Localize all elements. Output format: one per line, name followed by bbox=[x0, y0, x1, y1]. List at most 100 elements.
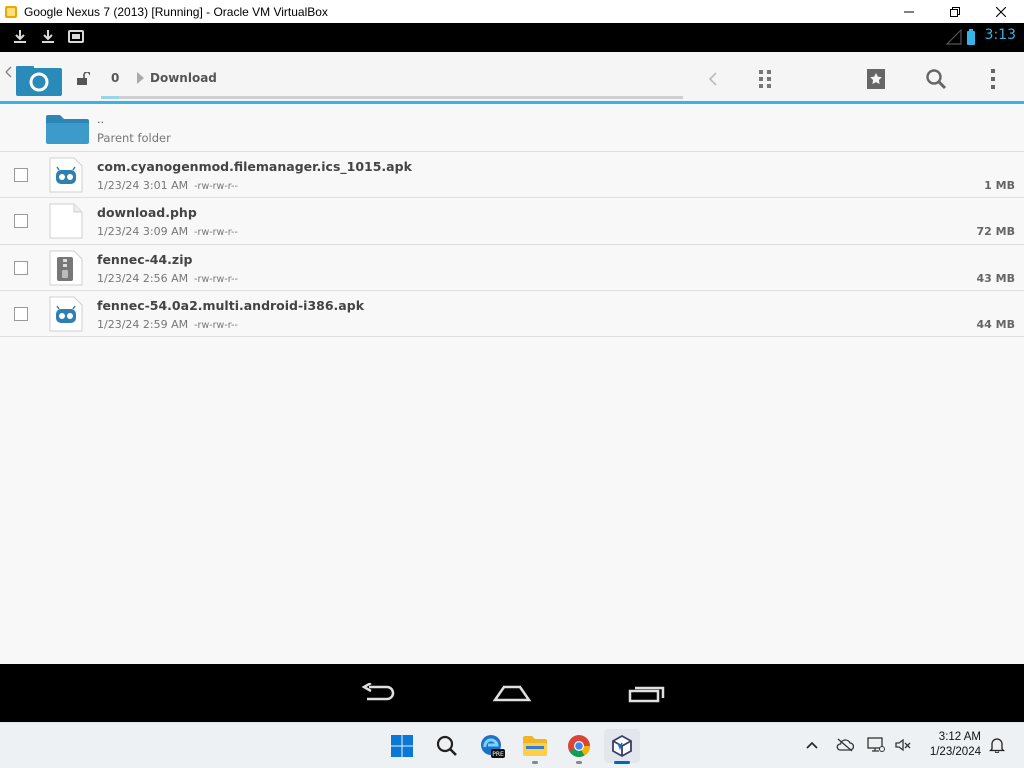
breadcrumb-scrollbar bbox=[101, 96, 683, 99]
taskbar-edge-beta[interactable]: PRE bbox=[474, 729, 510, 763]
signal-icon bbox=[946, 29, 962, 45]
file-date: 1/23/24 3:09 AM bbox=[97, 225, 189, 238]
file-date: 1/23/24 3:01 AM bbox=[97, 179, 189, 192]
file-checkbox[interactable] bbox=[14, 307, 28, 321]
breadcrumb-current[interactable]: Download bbox=[150, 71, 217, 85]
file-icon bbox=[49, 203, 83, 239]
chevron-up-icon bbox=[806, 741, 818, 749]
taskbar-virtualbox[interactable] bbox=[604, 729, 640, 764]
cloud-off-icon bbox=[836, 738, 854, 752]
lock-open-icon bbox=[77, 72, 90, 85]
file-permissions: -rw-rw-r-- bbox=[194, 320, 238, 331]
breadcrumb-scroll-thumb bbox=[101, 96, 119, 99]
virtualbox-app-icon bbox=[5, 5, 17, 18]
virtualbox-icon bbox=[612, 734, 632, 758]
file-checkbox[interactable] bbox=[14, 214, 28, 228]
bell-icon bbox=[989, 738, 1005, 753]
windows-taskbar: PRE 3:12 AM 1/23/2024 bbox=[0, 722, 1024, 768]
breadcrumb-root[interactable]: 0 bbox=[111, 71, 119, 85]
overflow-menu-button[interactable] bbox=[982, 66, 1004, 92]
file-permissions: -rw-rw-r-- bbox=[194, 227, 238, 238]
file-size: 43 MB bbox=[976, 272, 1015, 285]
clock-date: 1/23/2024 bbox=[929, 746, 981, 758]
file-permissions: -rw-rw-r-- bbox=[194, 181, 238, 192]
window-title: Google Nexus 7 (2013) [Running] - Oracle… bbox=[24, 4, 328, 19]
file-date: 1/23/24 2:59 AM bbox=[97, 318, 189, 331]
breadcrumb-separator-icon bbox=[137, 72, 144, 84]
taskbar-file-explorer[interactable] bbox=[517, 729, 553, 764]
recents-icon bbox=[628, 686, 665, 703]
grid-dots-icon bbox=[759, 70, 771, 88]
app-actionbar: 0 Download bbox=[0, 52, 1024, 104]
chevron-left-icon bbox=[708, 72, 717, 86]
parent-folder-label: Parent folder bbox=[97, 131, 171, 145]
restore-icon bbox=[950, 6, 960, 17]
restore-button[interactable] bbox=[932, 0, 978, 23]
android-statusbar: 3:13 bbox=[0, 23, 1024, 52]
chrome-icon bbox=[568, 735, 590, 757]
windows-logo-icon bbox=[391, 735, 413, 757]
file-list: .. Parent folder com.cyanogenmod.fileman… bbox=[0, 105, 1024, 664]
file-name: fennec-54.0a2.multi.android-i386.apk bbox=[97, 298, 365, 313]
file-row[interactable]: com.cyanogenmod.filemanager.ics_1015.apk… bbox=[0, 152, 1024, 198]
parent-folder-dots: .. bbox=[97, 113, 104, 126]
file-row[interactable]: download.php 1/23/24 3:09 AM -rw-rw-r-- 7… bbox=[0, 198, 1024, 245]
nav-back-button[interactable] bbox=[357, 678, 401, 708]
file-checkbox[interactable] bbox=[14, 168, 28, 182]
file-meta: 1/23/24 3:01 AM -rw-rw-r-- bbox=[97, 179, 238, 192]
tray-onedrive[interactable] bbox=[835, 735, 855, 755]
more-vert-icon bbox=[991, 69, 995, 89]
parent-folder-row[interactable]: .. Parent folder bbox=[0, 105, 1024, 152]
tray-network[interactable] bbox=[866, 735, 886, 755]
minimize-button[interactable] bbox=[886, 0, 932, 23]
apk-icon bbox=[49, 157, 83, 193]
file-name: com.cyanogenmod.filemanager.ics_1015.apk bbox=[97, 159, 412, 174]
file-checkbox[interactable] bbox=[14, 261, 28, 275]
view-mode-button[interactable] bbox=[752, 66, 778, 92]
search-button[interactable] bbox=[922, 66, 950, 92]
status-time: 3:13 bbox=[984, 27, 1016, 43]
volume-muted-icon bbox=[895, 738, 911, 752]
apk-icon bbox=[49, 296, 83, 332]
zip-icon bbox=[49, 250, 83, 286]
taskbar-search-button[interactable] bbox=[429, 729, 465, 763]
android-navbar bbox=[0, 664, 1024, 722]
window-titlebar: Google Nexus 7 (2013) [Running] - Oracle… bbox=[0, 0, 1024, 23]
home-icon bbox=[492, 685, 532, 702]
folder-icon bbox=[523, 736, 547, 756]
back-icon bbox=[361, 683, 395, 701]
file-row[interactable]: fennec-44.zip 1/23/24 2:56 AM -rw-rw-r-- … bbox=[0, 245, 1024, 291]
taskbar-clock[interactable]: 3:12 AM 1/23/2024 bbox=[930, 730, 981, 760]
minimize-icon bbox=[904, 11, 914, 12]
file-name: fennec-44.zip bbox=[97, 252, 193, 267]
network-icon bbox=[867, 737, 885, 752]
lock-button[interactable] bbox=[74, 70, 92, 88]
file-size: 44 MB bbox=[976, 318, 1015, 331]
app-home-button[interactable] bbox=[4, 64, 66, 98]
file-row[interactable]: fennec-54.0a2.multi.android-i386.apk 1/2… bbox=[0, 291, 1024, 337]
close-icon bbox=[996, 6, 1006, 17]
bookmark-icon bbox=[867, 69, 885, 89]
nav-recents-button[interactable] bbox=[624, 678, 668, 708]
start-button[interactable] bbox=[384, 729, 420, 763]
download-icon bbox=[14, 30, 26, 43]
tray-volume[interactable] bbox=[893, 735, 913, 755]
notifications-button[interactable] bbox=[987, 735, 1007, 755]
svg-text:PRE: PRE bbox=[492, 751, 504, 758]
clock-time: 3:12 AM bbox=[938, 731, 981, 743]
search-icon bbox=[926, 69, 947, 90]
file-size: 1 MB bbox=[984, 179, 1015, 192]
download-icon bbox=[42, 30, 54, 43]
file-size: 72 MB bbox=[976, 225, 1015, 238]
file-manager-logo-icon bbox=[5, 66, 62, 96]
bookmarks-button[interactable] bbox=[862, 66, 890, 92]
file-meta: 1/23/24 2:59 AM -rw-rw-r-- bbox=[97, 318, 238, 331]
taskbar-chrome[interactable] bbox=[561, 729, 597, 764]
search-icon bbox=[436, 735, 457, 756]
nav-home-button[interactable] bbox=[490, 678, 534, 708]
file-name: download.php bbox=[97, 205, 197, 220]
history-back-button[interactable] bbox=[702, 68, 724, 90]
close-button[interactable] bbox=[978, 0, 1024, 23]
tray-overflow-button[interactable] bbox=[802, 735, 822, 755]
file-meta: 1/23/24 3:09 AM -rw-rw-r-- bbox=[97, 225, 238, 238]
